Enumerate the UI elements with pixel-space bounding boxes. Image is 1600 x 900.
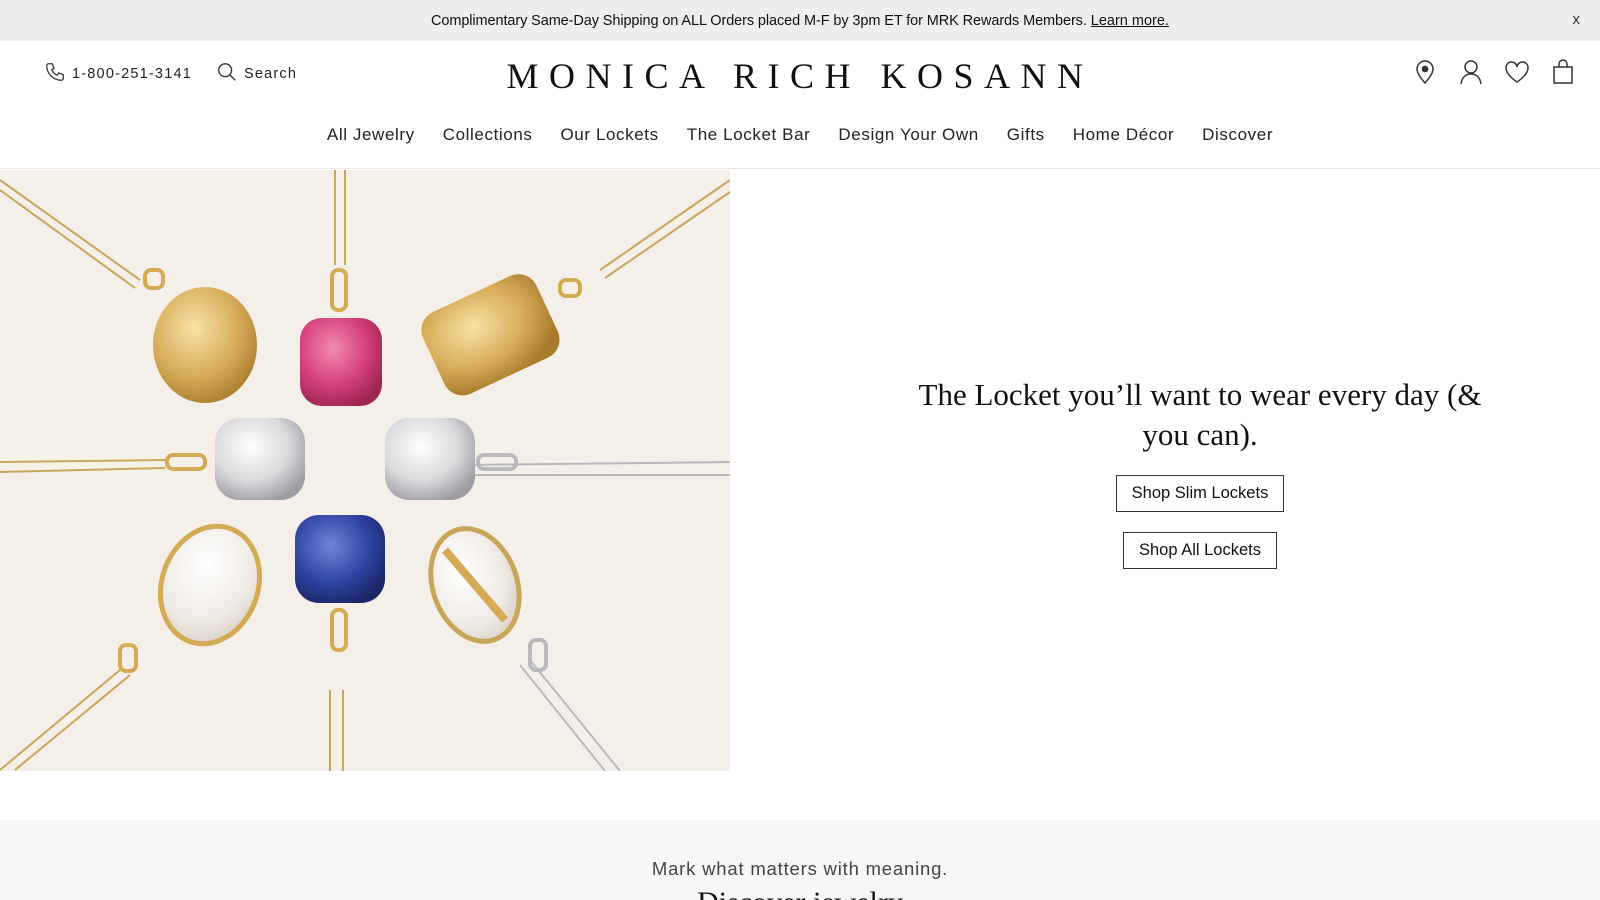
- hero-text-block: The Locket you’ll want to wear every day…: [900, 375, 1500, 569]
- promo-learn-more-link[interactable]: Learn more.: [1091, 13, 1169, 29]
- discover-section: Mark what matters with meaning. Discover…: [0, 820, 1600, 900]
- utility-right: [1392, 58, 1576, 90]
- location-icon: [1414, 59, 1436, 90]
- section-tagline: Mark what matters with meaning.: [651, 858, 949, 879]
- nav-our-lockets[interactable]: Our Lockets: [560, 125, 658, 145]
- nav-the-locket-bar[interactable]: The Locket Bar: [687, 125, 811, 145]
- promo-bar: Complimentary Same-Day Shipping on ALL O…: [0, 0, 1600, 41]
- shop-slim-lockets-button[interactable]: Shop Slim Lockets: [1115, 475, 1285, 512]
- hero-button-wrap: Shop Slim Lockets: [900, 475, 1500, 512]
- shopping-bag-button[interactable]: [1550, 58, 1576, 90]
- hero-headline: The Locket you’ll want to wear every day…: [918, 377, 1482, 452]
- account-icon: [1459, 59, 1483, 90]
- store-locator-button[interactable]: [1412, 59, 1438, 90]
- shop-all-lockets-button[interactable]: Shop All Lockets: [1123, 532, 1277, 569]
- nav-all-jewelry[interactable]: All Jewelry: [327, 125, 415, 145]
- main-nav: All Jewelry Collections Our Lockets The …: [0, 125, 1600, 145]
- nav-discover[interactable]: Discover: [1202, 125, 1273, 145]
- brand-logo[interactable]: MONICA RICH KOSANN: [0, 55, 1600, 97]
- nav-home-decor[interactable]: Home Décor: [1073, 125, 1174, 145]
- wishlist-button[interactable]: [1504, 60, 1530, 89]
- hero-section: The Locket you’ll want to wear every day…: [0, 170, 1600, 771]
- nav-collections[interactable]: Collections: [443, 125, 533, 145]
- nav-design-your-own[interactable]: Design Your Own: [838, 125, 978, 145]
- bag-icon: [1552, 58, 1574, 90]
- hero-lockets-image[interactable]: [0, 170, 730, 771]
- section-heading: Discover jewelry: [0, 886, 1600, 900]
- site-header: 1-800-251-3141 Search MONICA RICH KOSANN: [0, 41, 1600, 169]
- hero-button-wrap: Shop All Lockets: [900, 532, 1500, 569]
- promo-text: Complimentary Same-Day Shipping on ALL O…: [431, 12, 1087, 29]
- account-button[interactable]: [1458, 59, 1484, 90]
- wishlist-icon: [1504, 60, 1530, 89]
- promo-close-button[interactable]: x: [1573, 11, 1581, 28]
- nav-gifts[interactable]: Gifts: [1007, 125, 1045, 145]
